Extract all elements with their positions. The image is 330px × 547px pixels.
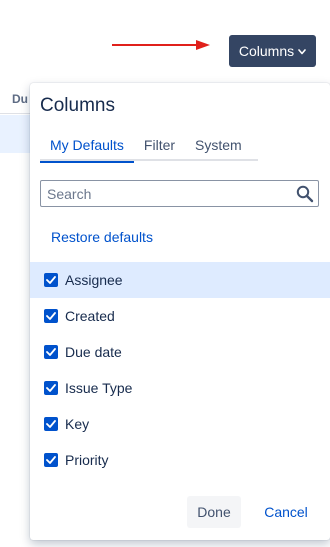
column-option-label: Key (65, 416, 90, 432)
column-option-label: Created (65, 308, 115, 324)
column-option-created[interactable]: Created (30, 298, 330, 334)
columns-button-label: Columns (238, 43, 295, 59)
tab-system[interactable]: System (185, 133, 252, 161)
tab-my-defaults[interactable]: My Defaults (40, 133, 134, 163)
search-input[interactable] (41, 181, 281, 206)
panel-footer: Done Cancel (30, 496, 330, 528)
column-option-label: Issue Type (65, 380, 133, 396)
checkbox-checked-icon[interactable] (44, 381, 58, 395)
checkbox-checked-icon[interactable] (44, 345, 58, 359)
tab-bar: My Defaults Filter System (40, 133, 258, 163)
checkbox-checked-icon[interactable] (44, 417, 58, 431)
done-button[interactable]: Done (187, 496, 241, 528)
column-option-label: Priority (65, 452, 109, 468)
tab-filter[interactable]: Filter (134, 133, 185, 161)
column-option-label: Due date (65, 344, 122, 360)
column-option-due-date[interactable]: Due date (30, 334, 330, 370)
annotation-arrow-icon (112, 40, 210, 50)
column-option-assignee[interactable]: Assignee (30, 262, 330, 298)
columns-button[interactable]: Columns (229, 35, 316, 67)
search-box (40, 180, 319, 207)
column-option-label: Assignee (65, 272, 123, 288)
checkbox-checked-icon[interactable] (44, 273, 58, 287)
column-option-key[interactable]: Key (30, 406, 330, 442)
search-icon[interactable] (296, 185, 314, 203)
panel-title: Columns (40, 95, 115, 116)
columns-dropdown-panel: Columns My Defaults Filter System Restor… (30, 83, 330, 540)
column-options-list: Assignee Created Due date Issue Type Key (30, 262, 330, 478)
column-option-priority[interactable]: Priority (30, 442, 330, 478)
checkbox-checked-icon[interactable] (44, 453, 58, 467)
restore-defaults-link[interactable]: Restore defaults (51, 229, 153, 245)
chevron-down-icon (298, 48, 306, 55)
checkbox-checked-icon[interactable] (44, 309, 58, 323)
cancel-button[interactable]: Cancel (256, 496, 316, 528)
column-option-issue-type[interactable]: Issue Type (30, 370, 330, 406)
